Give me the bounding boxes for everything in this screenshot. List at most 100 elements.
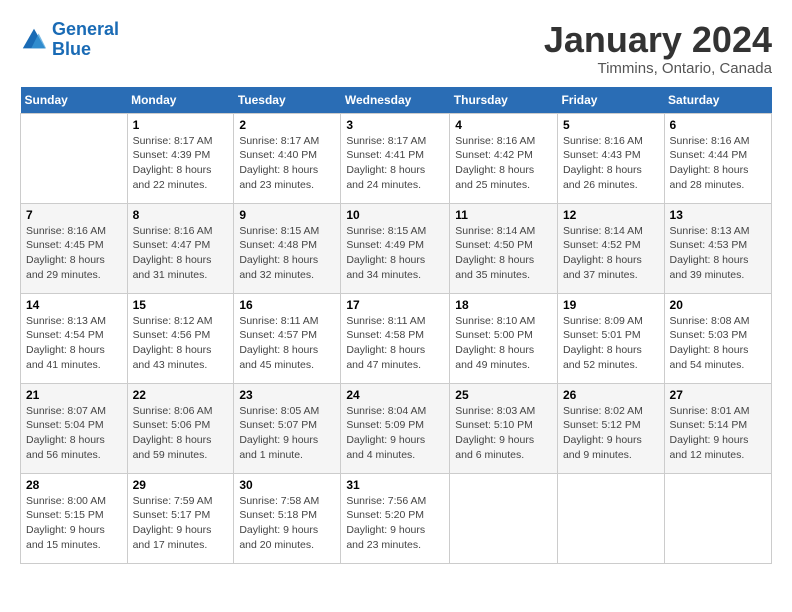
calendar-week-4: 21 Sunrise: 8:07 AM Sunset: 5:04 PM Dayli… [21, 383, 772, 473]
day-info: Sunrise: 8:17 AM Sunset: 4:39 PM Dayligh… [133, 134, 229, 193]
day-info: Sunrise: 8:08 AM Sunset: 5:03 PM Dayligh… [670, 314, 766, 373]
day-number: 31 [346, 478, 444, 492]
day-number: 16 [239, 298, 335, 312]
day-info: Sunrise: 8:13 AM Sunset: 4:54 PM Dayligh… [26, 314, 122, 373]
calendar-week-5: 28Sunrise: 8:00 AM Sunset: 5:15 PM Dayli… [21, 473, 772, 563]
day-info: Sunrise: 8:16 AM Sunset: 4:43 PM Dayligh… [563, 134, 659, 193]
day-info: Sunrise: 8:00 AM Sunset: 5:15 PM Dayligh… [26, 494, 122, 553]
weekday-header-sunday: Sunday [21, 87, 128, 114]
day-info: Sunrise: 8:17 AM Sunset: 4:41 PM Dayligh… [346, 134, 444, 193]
calendar-cell: 16 Sunrise: 8:11 AM Sunset: 4:57 PM Dayli… [234, 293, 341, 383]
calendar-cell: 8 Sunrise: 8:16 AM Sunset: 4:47 PM Daylig… [127, 203, 234, 293]
day-info: Sunrise: 8:02 AM Sunset: 5:12 PM Dayligh… [563, 404, 659, 463]
day-number: 25 [455, 388, 552, 402]
title-area: January 2024 Timmins, Ontario, Canada [544, 20, 772, 77]
weekday-header-monday: Monday [127, 87, 234, 114]
calendar-cell: 22 Sunrise: 8:06 AM Sunset: 5:06 PM Dayli… [127, 383, 234, 473]
day-info: Sunrise: 8:09 AM Sunset: 5:01 PM Dayligh… [563, 314, 659, 373]
calendar-cell: 23 Sunrise: 8:05 AM Sunset: 5:07 PM Dayli… [234, 383, 341, 473]
day-info: Sunrise: 8:01 AM Sunset: 5:14 PM Dayligh… [670, 404, 766, 463]
logo-text: General Blue [52, 20, 119, 60]
logo: General Blue [20, 20, 119, 60]
calendar-cell: 6Sunrise: 8:16 AM Sunset: 4:44 PM Daylig… [664, 113, 771, 203]
logo-icon [20, 26, 48, 54]
weekday-header-tuesday: Tuesday [234, 87, 341, 114]
day-info: Sunrise: 8:03 AM Sunset: 5:10 PM Dayligh… [455, 404, 552, 463]
calendar-cell: 25 Sunrise: 8:03 AM Sunset: 5:10 PM Dayli… [450, 383, 558, 473]
calendar-week-1: 1 Sunrise: 8:17 AM Sunset: 4:39 PM Daylig… [21, 113, 772, 203]
day-info: Sunrise: 8:04 AM Sunset: 5:09 PM Dayligh… [346, 404, 444, 463]
calendar-cell [21, 113, 128, 203]
calendar-cell: 4 Sunrise: 8:16 AM Sunset: 4:42 PM Daylig… [450, 113, 558, 203]
calendar-cell: 31 Sunrise: 7:56 AM Sunset: 5:20 PM Dayli… [341, 473, 450, 563]
calendar-cell [450, 473, 558, 563]
day-number: 15 [133, 298, 229, 312]
day-number: 18 [455, 298, 552, 312]
calendar-cell: 26Sunrise: 8:02 AM Sunset: 5:12 PM Dayli… [557, 383, 664, 473]
day-info: Sunrise: 8:07 AM Sunset: 5:04 PM Dayligh… [26, 404, 122, 463]
calendar-cell: 5 Sunrise: 8:16 AM Sunset: 4:43 PM Daylig… [557, 113, 664, 203]
day-info: Sunrise: 8:12 AM Sunset: 4:56 PM Dayligh… [133, 314, 229, 373]
calendar-title: January 2024 [544, 20, 772, 60]
weekday-header-wednesday: Wednesday [341, 87, 450, 114]
day-number: 5 [563, 118, 659, 132]
day-number: 24 [346, 388, 444, 402]
day-number: 21 [26, 388, 122, 402]
calendar-cell: 9 Sunrise: 8:15 AM Sunset: 4:48 PM Daylig… [234, 203, 341, 293]
day-info: Sunrise: 8:11 AM Sunset: 4:57 PM Dayligh… [239, 314, 335, 373]
calendar-cell: 21 Sunrise: 8:07 AM Sunset: 5:04 PM Dayli… [21, 383, 128, 473]
calendar-cell: 29 Sunrise: 7:59 AM Sunset: 5:17 PM Dayli… [127, 473, 234, 563]
calendar-cell: 15 Sunrise: 8:12 AM Sunset: 4:56 PM Dayli… [127, 293, 234, 383]
day-number: 19 [563, 298, 659, 312]
calendar-cell: 2 Sunrise: 8:17 AM Sunset: 4:40 PM Daylig… [234, 113, 341, 203]
day-number: 1 [133, 118, 229, 132]
day-info: Sunrise: 7:56 AM Sunset: 5:20 PM Dayligh… [346, 494, 444, 553]
day-number: 2 [239, 118, 335, 132]
day-info: Sunrise: 8:16 AM Sunset: 4:42 PM Dayligh… [455, 134, 552, 193]
day-info: Sunrise: 8:11 AM Sunset: 4:58 PM Dayligh… [346, 314, 444, 373]
calendar-week-3: 14Sunrise: 8:13 AM Sunset: 4:54 PM Dayli… [21, 293, 772, 383]
day-info: Sunrise: 8:14 AM Sunset: 4:52 PM Dayligh… [563, 224, 659, 283]
calendar-cell: 10 Sunrise: 8:15 AM Sunset: 4:49 PM Dayli… [341, 203, 450, 293]
day-info: Sunrise: 8:15 AM Sunset: 4:48 PM Dayligh… [239, 224, 335, 283]
calendar-cell [557, 473, 664, 563]
calendar-cell: 13 Sunrise: 8:13 AM Sunset: 4:53 PM Dayli… [664, 203, 771, 293]
day-number: 13 [670, 208, 766, 222]
day-number: 17 [346, 298, 444, 312]
calendar-week-2: 7 Sunrise: 8:16 AM Sunset: 4:45 PM Daylig… [21, 203, 772, 293]
day-info: Sunrise: 8:05 AM Sunset: 5:07 PM Dayligh… [239, 404, 335, 463]
day-number: 30 [239, 478, 335, 492]
day-info: Sunrise: 8:06 AM Sunset: 5:06 PM Dayligh… [133, 404, 229, 463]
header: General Blue January 2024 Timmins, Ontar… [20, 20, 772, 77]
day-info: Sunrise: 8:14 AM Sunset: 4:50 PM Dayligh… [455, 224, 552, 283]
day-number: 29 [133, 478, 229, 492]
calendar-cell: 12 Sunrise: 8:14 AM Sunset: 4:52 PM Dayli… [557, 203, 664, 293]
day-number: 4 [455, 118, 552, 132]
day-info: Sunrise: 8:13 AM Sunset: 4:53 PM Dayligh… [670, 224, 766, 283]
day-number: 9 [239, 208, 335, 222]
calendar-cell: 14Sunrise: 8:13 AM Sunset: 4:54 PM Dayli… [21, 293, 128, 383]
day-number: 12 [563, 208, 659, 222]
day-info: Sunrise: 8:16 AM Sunset: 4:45 PM Dayligh… [26, 224, 122, 283]
calendar-subtitle: Timmins, Ontario, Canada [544, 60, 772, 77]
day-number: 23 [239, 388, 335, 402]
day-number: 6 [670, 118, 766, 132]
day-number: 10 [346, 208, 444, 222]
day-info: Sunrise: 8:16 AM Sunset: 4:47 PM Dayligh… [133, 224, 229, 283]
day-info: Sunrise: 8:10 AM Sunset: 5:00 PM Dayligh… [455, 314, 552, 373]
calendar-cell: 17 Sunrise: 8:11 AM Sunset: 4:58 PM Dayli… [341, 293, 450, 383]
day-info: Sunrise: 8:17 AM Sunset: 4:40 PM Dayligh… [239, 134, 335, 193]
day-number: 22 [133, 388, 229, 402]
day-number: 7 [26, 208, 122, 222]
calendar-cell: 24 Sunrise: 8:04 AM Sunset: 5:09 PM Dayli… [341, 383, 450, 473]
calendar-cell: 27Sunrise: 8:01 AM Sunset: 5:14 PM Dayli… [664, 383, 771, 473]
day-info: Sunrise: 7:58 AM Sunset: 5:18 PM Dayligh… [239, 494, 335, 553]
calendar-cell [664, 473, 771, 563]
weekday-header-saturday: Saturday [664, 87, 771, 114]
day-info: Sunrise: 7:59 AM Sunset: 5:17 PM Dayligh… [133, 494, 229, 553]
calendar-cell: 19 Sunrise: 8:09 AM Sunset: 5:01 PM Dayli… [557, 293, 664, 383]
day-info: Sunrise: 8:15 AM Sunset: 4:49 PM Dayligh… [346, 224, 444, 283]
day-number: 8 [133, 208, 229, 222]
day-number: 3 [346, 118, 444, 132]
calendar-cell: 11Sunrise: 8:14 AM Sunset: 4:50 PM Dayli… [450, 203, 558, 293]
